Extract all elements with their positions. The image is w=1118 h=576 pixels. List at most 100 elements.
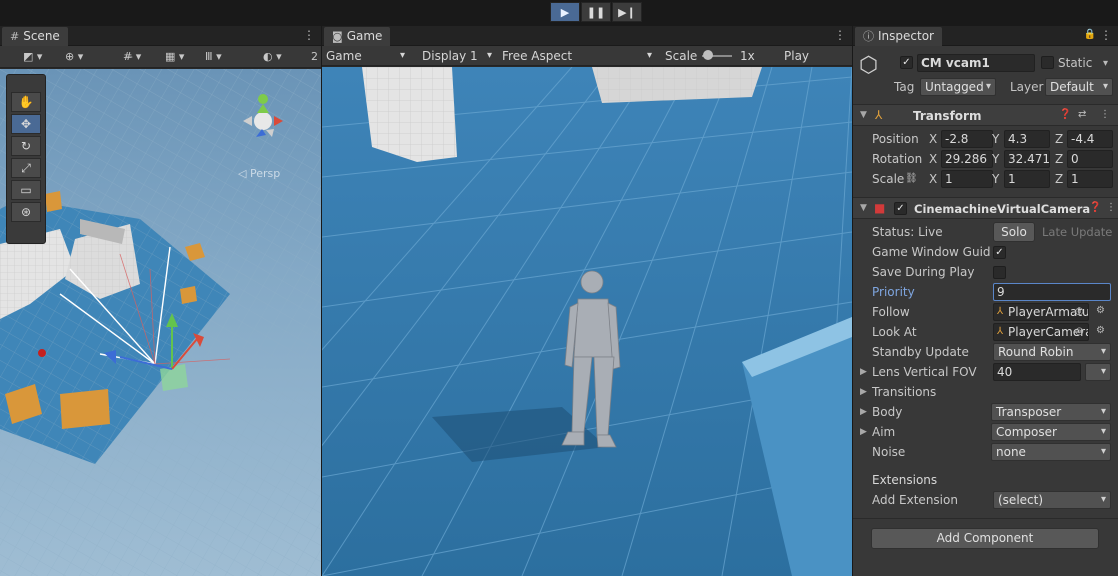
lens-row[interactable]: ▶ Lens Vertical FOV 40 [853,362,1118,382]
snap-increment-icon[interactable]: Ⅲ ▾ [202,48,225,66]
tab-game[interactable]: ◙ Game [324,27,391,46]
axis-x-label[interactable]: X [929,132,937,146]
persp-label[interactable]: ◁ Persp [238,167,280,180]
transform-header[interactable]: ▼ ⅄ Transform ❓ ⇄ ⋮ [853,104,1118,126]
axis-x-label[interactable]: X [929,152,937,166]
link-icon[interactable]: ⛓ [905,173,918,184]
game-window-guides-label: Game Window Guides [872,245,990,259]
solo-button[interactable]: Solo [993,222,1035,242]
tab-scene[interactable]: # Scene [2,27,68,46]
axis-y-label[interactable]: Y [992,152,999,166]
priority-row: Priority 9 [853,282,1118,302]
lens-preset-dropdown[interactable] [1085,363,1111,381]
foldout-arrow-icon[interactable]: ▶ [860,407,867,417]
lens-fov-input[interactable]: 40 [993,363,1081,381]
step-button[interactable]: ▶❙ [612,2,642,22]
presets-icon[interactable]: ⇄ [1078,109,1086,120]
position-z-input[interactable]: -4.4 [1067,130,1113,148]
game-window-guides-checkbox[interactable]: ✓ [993,246,1006,259]
add-component-button[interactable]: Add Component [871,528,1099,549]
body-dropdown[interactable]: Transposer [991,403,1111,421]
standby-update-dropdown[interactable]: Round Robin [993,343,1111,361]
save-during-play-checkbox[interactable] [993,266,1006,279]
aim-dropdown[interactable]: Composer [991,423,1111,441]
rect-tool-button[interactable]: ▭ [11,180,41,200]
position-x-input[interactable]: -2.8 [941,130,993,148]
shading-mode-icon[interactable]: ◐ ▾ [260,48,285,66]
draw-mode-dropdown[interactable]: ◩ ▾ [20,48,45,66]
aspect-dropdown[interactable]: Free Aspect [502,47,572,65]
rotate-tool-button[interactable]: ↻ [11,136,41,156]
scale-slider-handle[interactable] [703,50,713,60]
game-viewport[interactable] [322,67,852,576]
hand-tool-button[interactable]: ✋ [11,92,41,112]
scale-label: Scale [665,49,698,63]
lens-label: Lens Vertical FOV [872,365,977,379]
game-mode-dropdown[interactable]: Game [326,47,362,65]
game-kebab-icon[interactable]: ⋮ [834,28,846,42]
scale-x-input[interactable]: 1 [941,170,993,188]
scene-toolbar-extra: 2 [311,50,318,63]
transform-axes-icon: ⅄ [997,306,1004,317]
gameobject-cube-icon: ⬡ [859,53,879,78]
foldout-arrow-icon[interactable]: ▶ [860,427,867,437]
inspector-kebab-icon[interactable]: ⋮ [1100,28,1112,42]
gear-icon[interactable]: ⚙ [1096,325,1105,336]
axis-z-label[interactable]: Z [1055,172,1063,186]
transform-tool-button[interactable]: ⊛ [11,202,41,222]
save-during-play-row: Save During Play [853,262,1118,282]
foldout-arrow-icon[interactable]: ▶ [860,367,867,377]
object-picker-icon[interactable]: ◎ [1075,326,1084,337]
rotation-x-input[interactable]: 29.286 [941,150,993,168]
object-name-input[interactable]: CM vcam1 [917,54,1035,72]
scale-z-input[interactable]: 1 [1067,170,1113,188]
move-tool-button[interactable]: ✥ [11,114,41,134]
scene-kebab-icon[interactable]: ⋮ [303,28,315,42]
tab-inspector[interactable]: ⓘ Inspector [855,27,942,46]
vcam-enabled-checkbox[interactable]: ✓ [894,202,907,215]
axis-y-label[interactable]: Y [992,172,999,186]
object-picker-icon[interactable]: ◎ [1075,306,1084,317]
foldout-arrow-icon[interactable]: ▼ [860,203,867,213]
static-checkbox[interactable] [1041,56,1054,69]
scene-viewport[interactable]: ✋ ✥ ↻ ⤢ ▭ ⊛ ◁ Persp [0,69,321,576]
position-y-input[interactable]: 4.3 [1004,130,1050,148]
active-checkbox[interactable]: ✓ [900,56,913,69]
vcam-header[interactable]: ▼ ■ ✓ CinemachineVirtualCamera ❓ ⋮ [853,197,1118,219]
scale-y-input[interactable]: 1 [1004,170,1050,188]
play-button[interactable]: ▶ [550,2,580,22]
play-icon: ▶ [560,5,570,19]
help-icon[interactable]: ❓ [1089,202,1101,213]
axis-y-label[interactable]: Y [992,132,999,146]
component-kebab-icon[interactable]: ⋮ [1106,202,1116,213]
rotation-z-input[interactable]: 0 [1067,150,1113,168]
lock-icon[interactable]: 🔒 [1084,29,1096,40]
display-dropdown[interactable]: Display 1 [422,47,478,65]
foldout-arrow-icon[interactable]: ▼ [860,110,867,120]
foldout-arrow-icon[interactable]: ▶ [860,387,867,397]
global-toggle[interactable]: ⊕ ▾ [62,48,86,66]
inspector-tab-label: Inspector [878,29,934,43]
layer-dropdown[interactable]: Default [1045,78,1113,96]
axis-z-label[interactable]: Z [1055,132,1063,146]
scale-label: Scale [872,172,905,186]
component-kebab-icon[interactable]: ⋮ [1100,109,1110,120]
help-icon[interactable]: ❓ [1059,109,1071,120]
axis-x-label[interactable]: X [929,172,937,186]
tag-label: Tag [894,80,915,94]
priority-input[interactable]: 9 [993,283,1111,301]
rotation-y-input[interactable]: 32.471 [1004,150,1050,168]
tag-dropdown[interactable]: Untagged [920,78,996,96]
noise-dropdown[interactable]: none [991,443,1111,461]
add-extension-dropdown[interactable]: (select) [993,491,1111,509]
grid-snap-button[interactable]: #̶ ▾ [120,48,144,66]
axis-z-label[interactable]: Z [1055,152,1063,166]
gear-icon[interactable]: ⚙ [1096,305,1105,316]
inspector-tabbar: ⓘ Inspector 🔒 ⋮ [853,26,1118,46]
pause-button[interactable]: ❚❚ [581,2,611,22]
grid-icon[interactable]: ▦ ▾ [162,48,187,66]
transitions-row[interactable]: ▶ Transitions [853,382,1118,402]
orientation-gizmo[interactable] [228,79,298,159]
static-dropdown-icon[interactable]: ▾ [1103,58,1108,69]
scale-tool-button[interactable]: ⤢ [11,158,41,178]
